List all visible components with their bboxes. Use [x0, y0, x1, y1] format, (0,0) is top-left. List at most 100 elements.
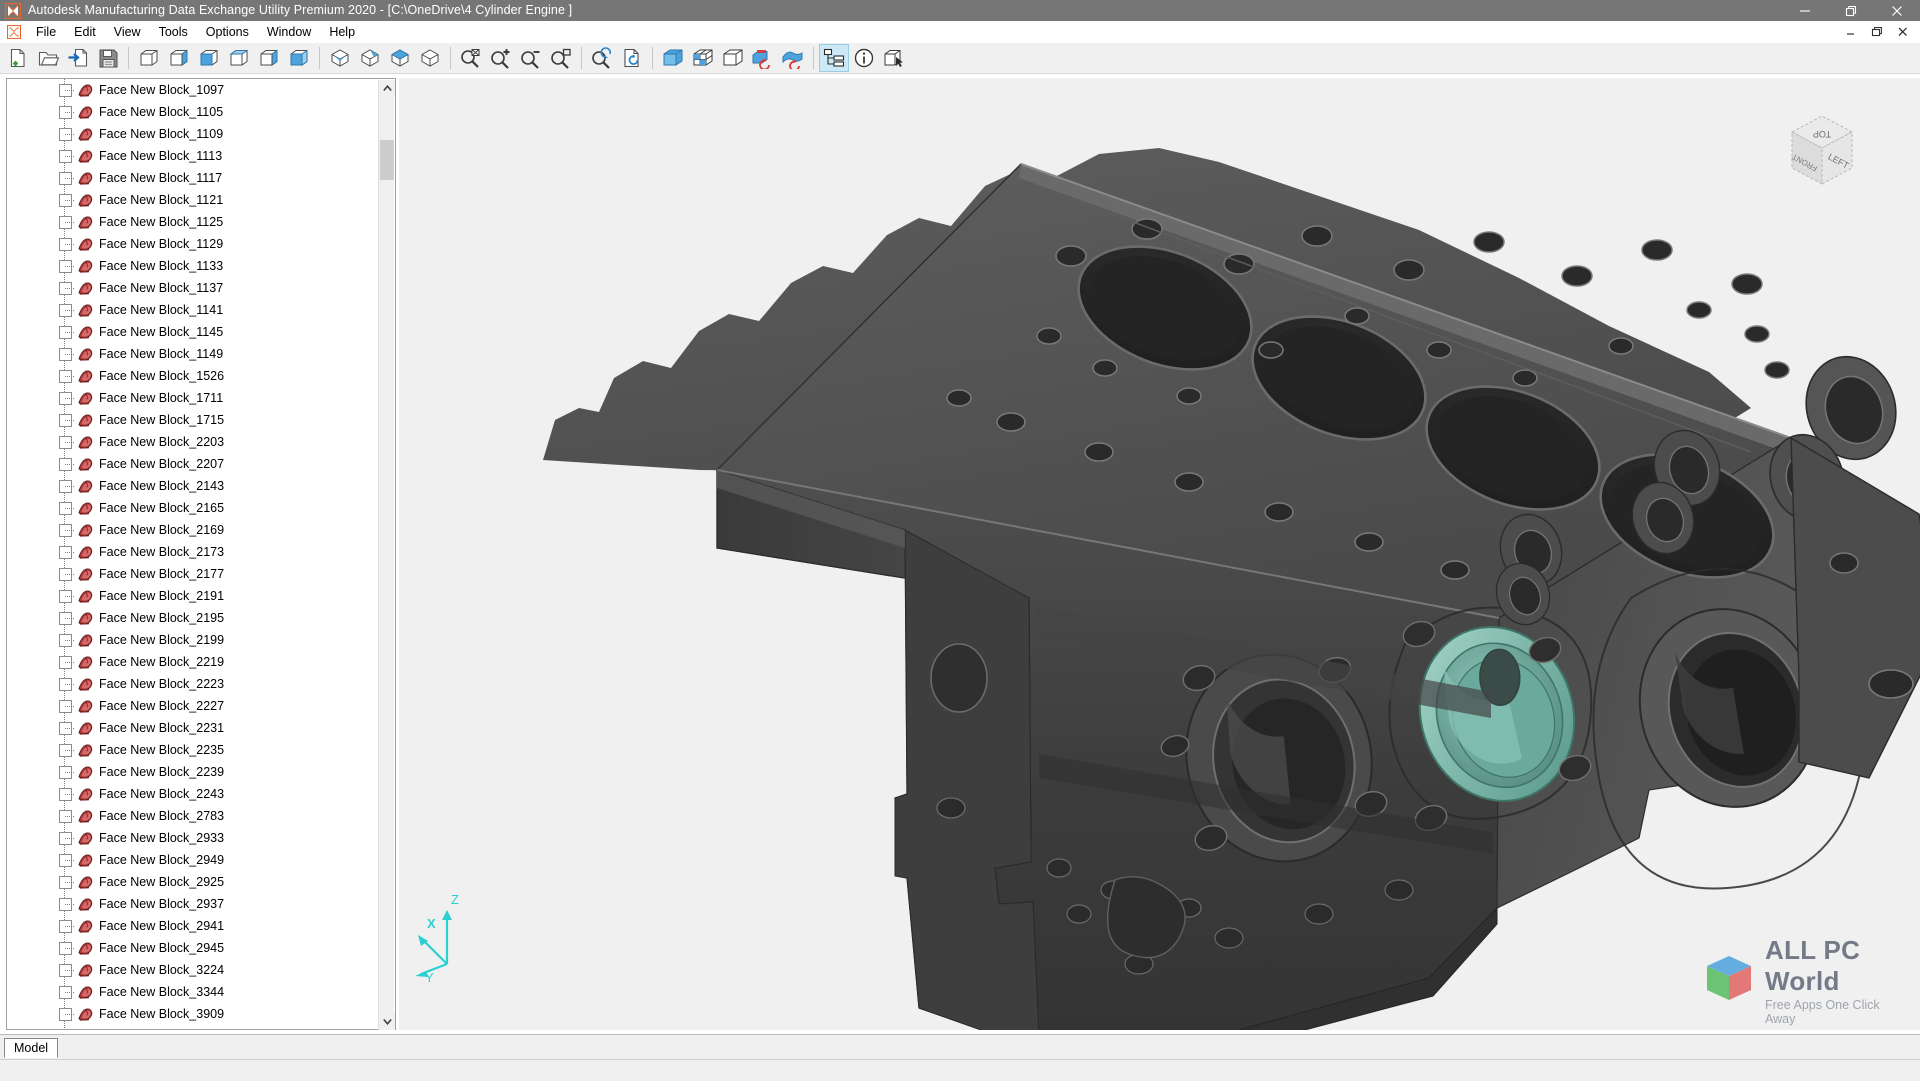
pick-entity-button[interactable] — [879, 44, 909, 72]
tree-item[interactable]: Face New Block_2143 — [7, 475, 381, 497]
tree-item[interactable]: Face New Block_3344 — [7, 981, 381, 1003]
tree-scrollbar-thumb[interactable] — [380, 140, 394, 180]
menu-item-tools[interactable]: Tools — [150, 22, 197, 42]
tree-item[interactable]: Face New Block_1105 — [7, 101, 381, 123]
tree-item[interactable]: Face New Block_2223 — [7, 673, 381, 695]
tree-item[interactable]: Face New Block_1121 — [7, 189, 381, 211]
tree-item[interactable]: Face New Block_2191 — [7, 585, 381, 607]
tree-vertical-scrollbar[interactable] — [378, 80, 395, 1030]
menu-item-options[interactable]: Options — [197, 22, 258, 42]
regenerate-faces-button[interactable] — [748, 44, 778, 72]
tree-item[interactable]: Face New Block_2219 — [7, 651, 381, 673]
tree-item[interactable]: Face New Block_2239 — [7, 761, 381, 783]
view-wireframe-button[interactable] — [134, 44, 164, 72]
menu-item-help[interactable]: Help — [320, 22, 364, 42]
tree-item[interactable]: Face New Block_2177 — [7, 563, 381, 585]
menu-item-edit[interactable]: Edit — [65, 22, 105, 42]
view-cube[interactable]: TOP FRONT LEFT — [1772, 102, 1872, 198]
tree-item[interactable]: Face New Block_2203 — [7, 431, 381, 453]
zoom-in-button[interactable] — [486, 44, 516, 72]
menu-item-file[interactable]: File — [27, 22, 65, 42]
main-toolbar — [0, 43, 1920, 74]
iso-view-4-button[interactable] — [415, 44, 445, 72]
minimize-button[interactable] — [1782, 0, 1828, 21]
tree-item[interactable]: Face New Block_1133 — [7, 255, 381, 277]
transparent-display-button[interactable] — [718, 44, 748, 72]
mdi-close-button[interactable] — [1890, 23, 1916, 41]
scroll-down-arrow-icon[interactable] — [379, 1013, 395, 1030]
menu-item-window[interactable]: Window — [258, 22, 320, 42]
model-tree-toggle-button[interactable] — [819, 44, 849, 72]
save-file-button[interactable] — [93, 44, 123, 72]
tree-item[interactable]: Face New Block_2195 — [7, 607, 381, 629]
tree-item[interactable]: Face New Block_2165 — [7, 497, 381, 519]
tree-item[interactable]: Face New Block_1149 — [7, 343, 381, 365]
tree-item[interactable]: Face New Block_1711 — [7, 387, 381, 409]
mdi-minimize-button[interactable] — [1838, 23, 1864, 41]
view-bottom-shade-button[interactable] — [254, 44, 284, 72]
tree-item[interactable]: Face New Block_1129 — [7, 233, 381, 255]
tree-item[interactable]: Face New Block_1145 — [7, 321, 381, 343]
restore-button[interactable] — [1828, 0, 1874, 21]
engine-block-model[interactable] — [399, 78, 1920, 1030]
tree-item[interactable]: Face New Block_2199 — [7, 629, 381, 651]
tab-model[interactable]: Model — [4, 1038, 59, 1058]
menu-item-view[interactable]: View — [105, 22, 150, 42]
iso-view-3-button[interactable] — [385, 44, 415, 72]
regenerate-surfaces-button[interactable] — [778, 44, 808, 72]
refresh-document-button[interactable] — [617, 44, 647, 72]
tree-item[interactable]: Face New Block_2231 — [7, 717, 381, 739]
view-hidden-line-button[interactable] — [164, 44, 194, 72]
section-display-button[interactable] — [688, 44, 718, 72]
view-shaded-edges-button[interactable] — [224, 44, 254, 72]
tree-item[interactable]: Face New Block_2783 — [7, 805, 381, 827]
zoom-previous-button[interactable] — [587, 44, 617, 72]
tree-elbow-line — [65, 706, 75, 707]
tree-item[interactable]: Face New Block_2173 — [7, 541, 381, 563]
tree-item[interactable]: Face New Block_1715 — [7, 409, 381, 431]
view-side-shade-button[interactable] — [284, 44, 314, 72]
face-surface-icon — [77, 193, 94, 208]
tree-item[interactable]: Face New Block_1526 — [7, 365, 381, 387]
tree-item[interactable]: Face New Block_1117 — [7, 167, 381, 189]
view-shaded-button[interactable] — [194, 44, 224, 72]
tree-item[interactable]: Face New Block_2243 — [7, 783, 381, 805]
face-surface-icon — [77, 1007, 94, 1022]
open-file-button[interactable] — [33, 44, 63, 72]
tree-item-label: Face New Block_1137 — [99, 280, 224, 295]
solid-display-button[interactable] — [658, 44, 688, 72]
tree-item[interactable]: Face New Block_2227 — [7, 695, 381, 717]
tree-item[interactable]: Face New Block_2941 — [7, 915, 381, 937]
mdi-window-controls — [1838, 23, 1920, 41]
tree-item[interactable]: Face New Block_1141 — [7, 299, 381, 321]
tree-item[interactable]: Face New Block_2937 — [7, 893, 381, 915]
tree-item[interactable]: Face New Block_1113 — [7, 145, 381, 167]
tree-item[interactable]: Face New Block_3224 — [7, 959, 381, 981]
tree-item-label: Face New Block_2949 — [99, 852, 225, 867]
zoom-out-button[interactable] — [516, 44, 546, 72]
mdi-restore-button[interactable] — [1864, 23, 1890, 41]
tree-item[interactable]: Face New Block_1125 — [7, 211, 381, 233]
tree-item[interactable]: Face New Block_2945 — [7, 937, 381, 959]
tree-item[interactable]: Face New Block_2235 — [7, 739, 381, 761]
new-file-button[interactable] — [3, 44, 33, 72]
import-file-button[interactable] — [63, 44, 93, 72]
zoom-window-button[interactable] — [546, 44, 576, 72]
zoom-fit-button[interactable] — [456, 44, 486, 72]
3d-viewport[interactable]: TOP FRONT LEFT Z X Y ALL PC World Free A… — [399, 78, 1920, 1030]
tree-item[interactable]: Face New Block_2169 — [7, 519, 381, 541]
tree-item[interactable]: Face New Block_2933 — [7, 827, 381, 849]
tree-item[interactable]: Face New Block_1137 — [7, 277, 381, 299]
tree-item[interactable]: Face New Block_2207 — [7, 453, 381, 475]
tree-item[interactable]: Face New Block_2949 — [7, 849, 381, 871]
tree-item[interactable]: Face New Block_1109 — [7, 123, 381, 145]
info-button[interactable] — [849, 44, 879, 72]
close-button[interactable] — [1874, 0, 1920, 21]
iso-view-2-button[interactable] — [355, 44, 385, 72]
tree-item[interactable]: Face New Block_1097 — [7, 79, 381, 101]
tree-item[interactable]: Face New Block_2925 — [7, 871, 381, 893]
model-tree-scroll-area[interactable]: Face New Block_1097 Face New Block_1105 Fa… — [7, 79, 381, 1029]
iso-view-1-button[interactable] — [325, 44, 355, 72]
tree-item[interactable]: Face New Block_3909 — [7, 1003, 381, 1025]
scroll-up-arrow-icon[interactable] — [379, 80, 395, 97]
